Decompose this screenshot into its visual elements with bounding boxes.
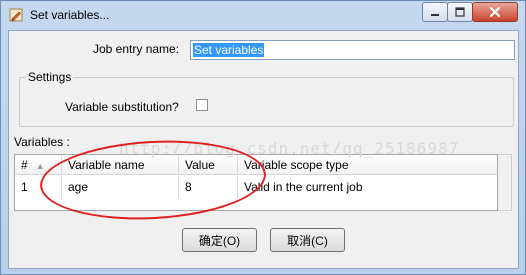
job-entry-name-value: Set variables: [193, 43, 265, 57]
table-side-gap: [498, 154, 512, 211]
maximize-icon: [455, 7, 465, 17]
window-title: Set variables...: [30, 8, 110, 22]
close-icon: [489, 6, 501, 18]
red-annotation-circle: [38, 135, 268, 225]
settings-legend: Settings: [26, 70, 74, 84]
maximize-button[interactable]: [447, 2, 473, 22]
ok-button[interactable]: 确定(O): [182, 228, 257, 252]
variable-substitution-label: Variable substitution?: [65, 100, 179, 114]
dialog-window: Set variables... Job entry name: Set var…: [0, 0, 526, 275]
cancel-button[interactable]: 取消(C): [270, 228, 345, 252]
variable-scope-cell[interactable]: Valid in the current job: [238, 176, 497, 198]
dialog-body: Job entry name: Set variables Settings V…: [8, 30, 519, 269]
close-button[interactable]: [472, 2, 518, 22]
variable-substitution-checkbox[interactable]: [196, 99, 208, 111]
job-entry-name-label: Job entry name:: [93, 42, 180, 56]
minimize-icon: [431, 14, 439, 16]
minimize-button[interactable]: [422, 2, 448, 22]
pencil-wrench-icon: [9, 8, 23, 22]
title-bar[interactable]: Set variables...: [1, 1, 525, 29]
job-entry-name-input[interactable]: Set variables: [190, 40, 515, 60]
sort-arrow-icon: ▲: [35, 161, 45, 171]
variables-label: Variables :: [14, 135, 70, 149]
